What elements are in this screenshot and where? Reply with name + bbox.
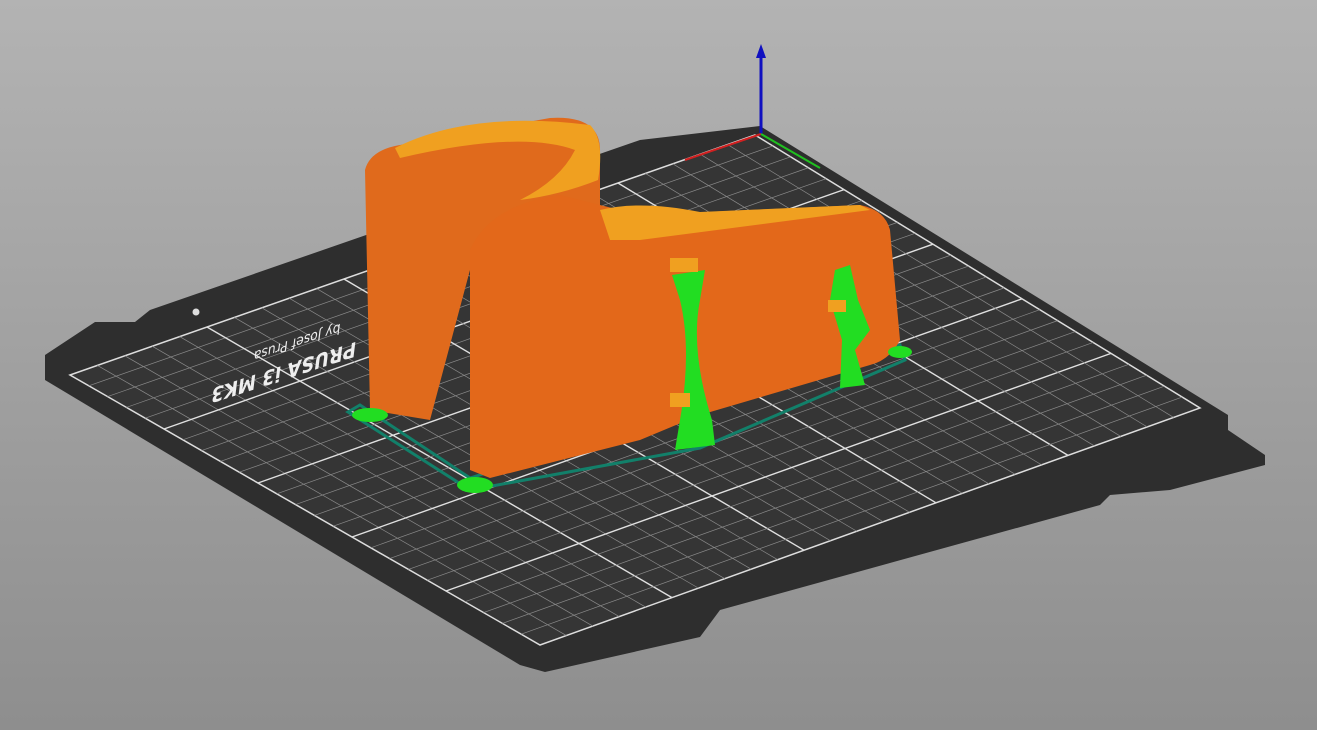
support-interface	[670, 393, 690, 407]
axis-z-arrow	[756, 44, 766, 58]
3d-viewport[interactable]: PRUSA i3 MK3 by Josef Prusa	[0, 0, 1317, 730]
support-interface	[670, 258, 698, 272]
support-interface	[828, 300, 846, 312]
bed-hole	[192, 308, 200, 316]
support-pad	[457, 477, 493, 493]
support-pad	[888, 346, 912, 358]
support-pad	[352, 408, 388, 422]
